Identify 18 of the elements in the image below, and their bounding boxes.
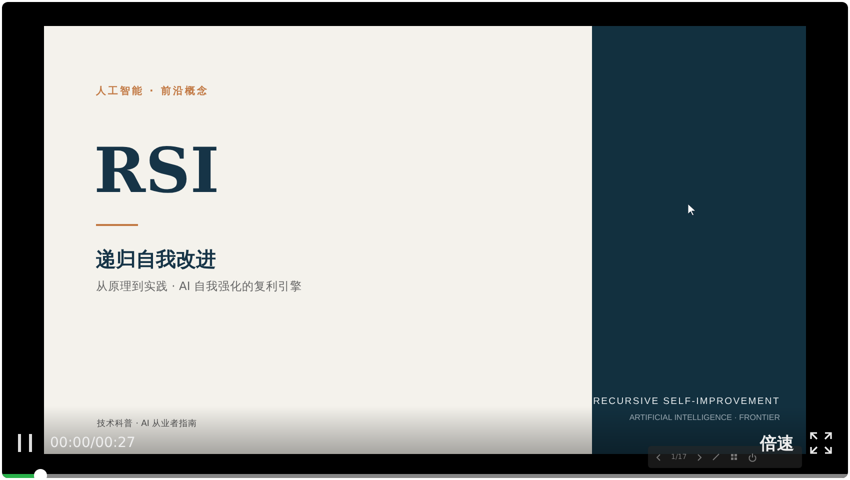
slide-subtitle: 递归自我改进 [96,246,216,273]
chevron-left-icon[interactable] [656,454,661,460]
time-display: 00:00/00:27 [50,435,136,451]
cursor-icon [688,204,696,216]
power-icon[interactable] [748,452,757,462]
fullscreen-button[interactable] [810,432,832,454]
speed-button[interactable]: 倍速 [760,432,794,454]
pause-button[interactable] [16,433,34,453]
english-subtitle: ARTIFICIAL INTELLIGENCE · FRONTIER [629,413,780,422]
pen-icon[interactable] [712,453,720,461]
slide-kicker: 人工智能 · 前沿概念 [96,84,209,98]
progress-handle[interactable] [34,469,48,478]
chevron-right-icon[interactable] [696,454,702,460]
slide-tagline: 从原理到实践 · AI 自我强化的复利引擎 [96,279,302,294]
english-title: RECURSIVE SELF-IMPROVEMENT [593,396,780,407]
slide-title: RSI [94,140,220,202]
slide-footer: 技术科普 · AI 从业者指南 [97,418,198,430]
grid-icon[interactable] [730,453,738,461]
